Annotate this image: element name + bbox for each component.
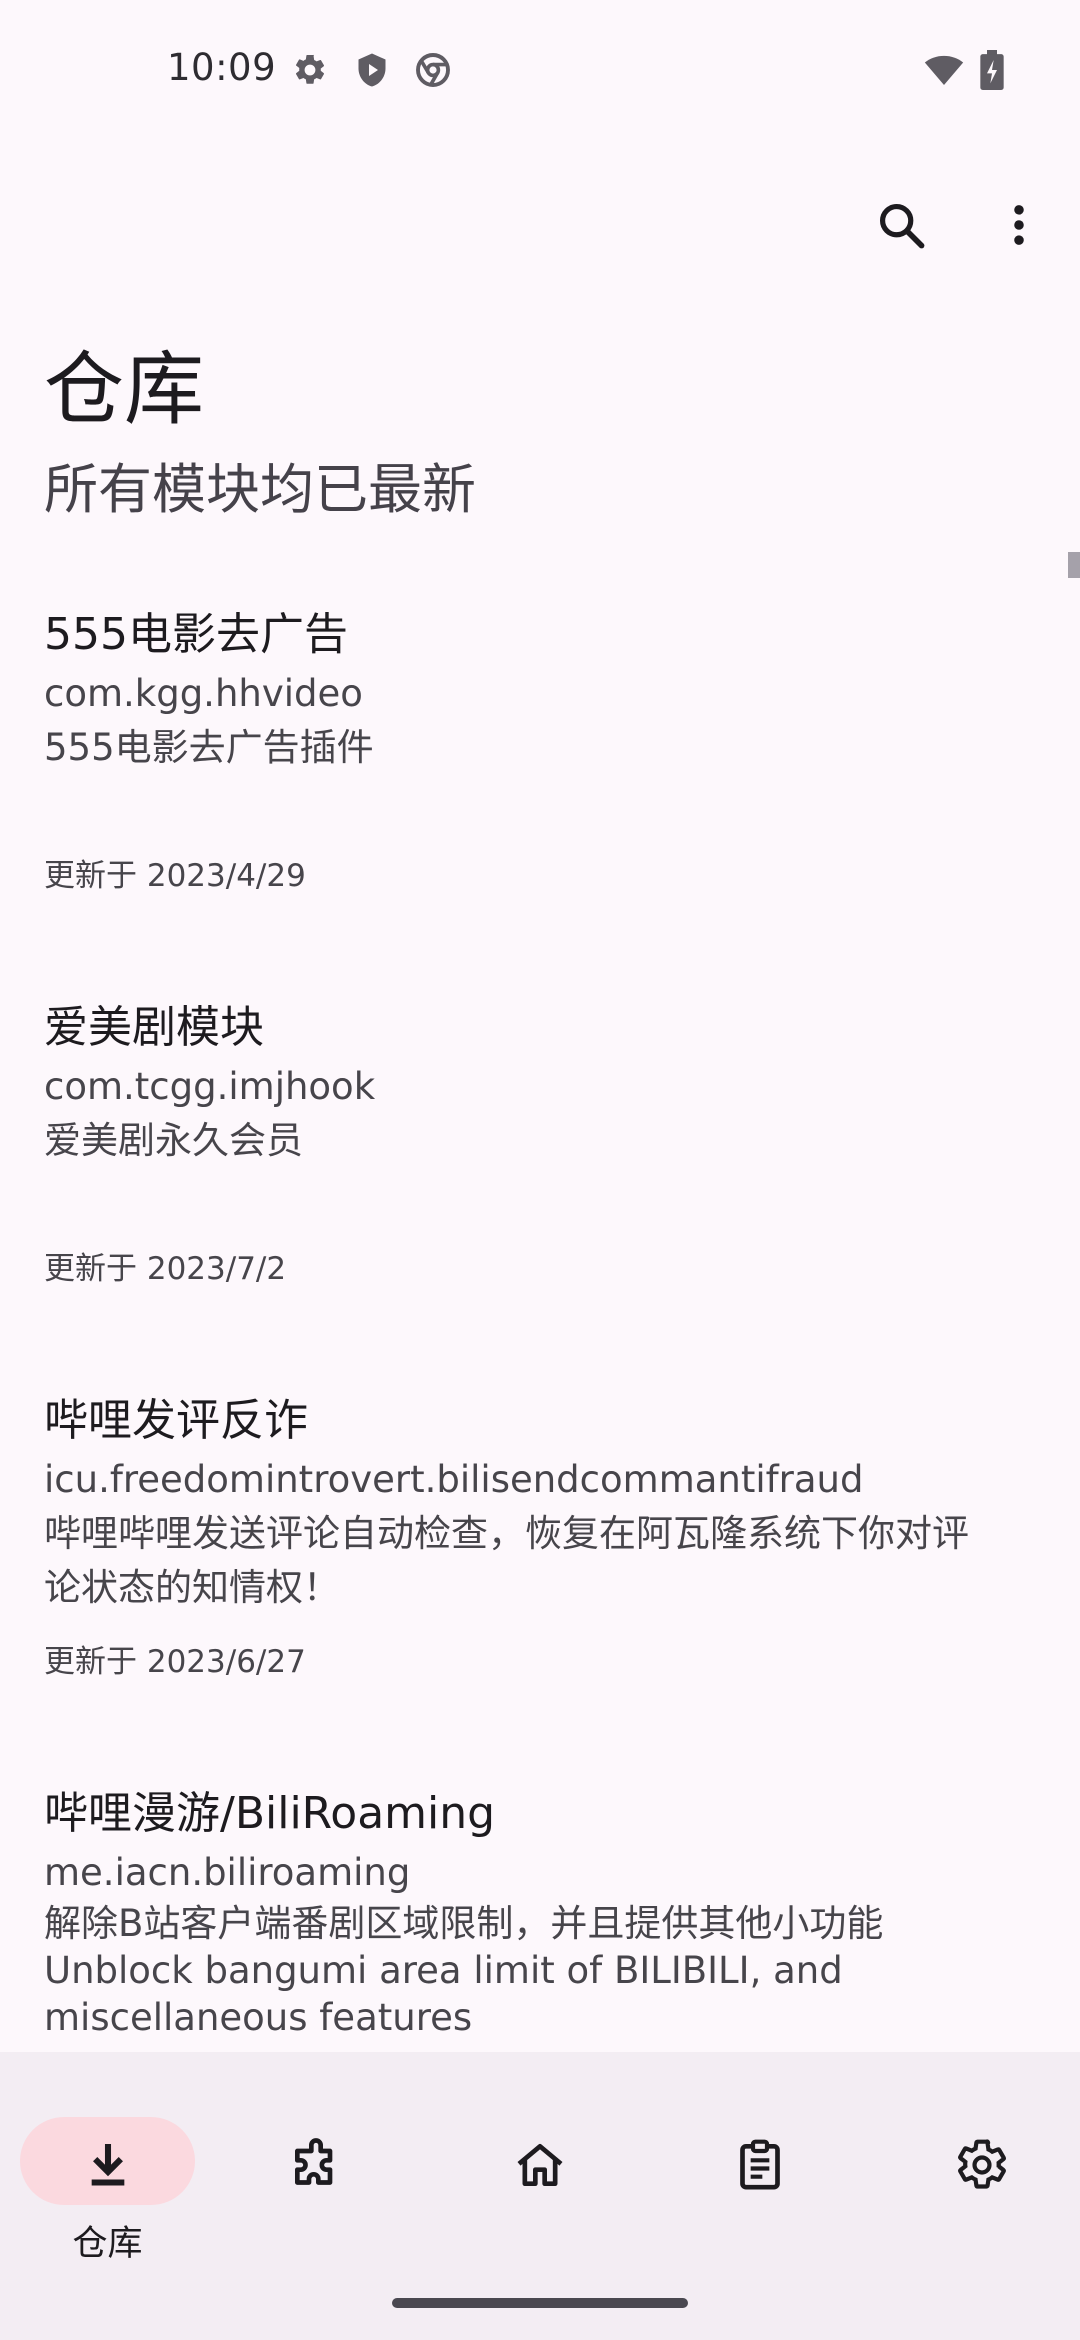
gear-icon — [292, 52, 328, 88]
nav-item-modules[interactable] — [238, 2082, 418, 2252]
module-item[interactable]: 哔哩漫游/BiliRoaming me.iacn.biliroaming 解除B… — [0, 1769, 1080, 2052]
screen: 10:09 仓库 所有模块均已最新 555电影去广告 com.kgg.hhvid… — [0, 0, 1080, 2340]
module-package: com.tcgg.imjhook — [44, 1065, 376, 1108]
module-item[interactable]: 555电影去广告 com.kgg.hhvideo 555电影去广告插件 更新于 … — [0, 590, 1080, 983]
page-subtitle: 所有模块均已最新 — [44, 458, 476, 521]
puzzle-icon — [288, 2137, 344, 2193]
more-vert-icon — [993, 199, 1045, 251]
download-icon — [80, 2137, 136, 2193]
wifi-icon — [924, 50, 964, 90]
module-package: icu.freedomintrovert.bilisendcommantifra… — [44, 1458, 864, 1501]
module-title: 555电影去广告 — [44, 609, 348, 660]
module-title: 爱美剧模块 — [44, 1002, 264, 1053]
module-title: 哔哩发评反诈 — [44, 1395, 308, 1446]
gesture-home-indicator[interactable] — [392, 2298, 688, 2308]
module-item[interactable]: 哔哩发评反诈 icu.freedomintrovert.bilisendcomm… — [0, 1376, 1080, 1769]
module-description: 555电影去广告插件 — [44, 726, 374, 769]
module-description-line: 解除B站客户端番剧区域限制，并且提供其他小功能 — [44, 1902, 884, 1945]
module-package: me.iacn.biliroaming — [44, 1851, 411, 1894]
nav-item-home[interactable] — [462, 2082, 642, 2252]
more-options-button[interactable] — [984, 190, 1054, 260]
module-description-line: Unblock bangumi area limit of BILIBILI, … — [44, 1949, 843, 1992]
shield-play-icon — [354, 52, 390, 88]
nav-item-logs[interactable] — [682, 2082, 862, 2252]
nav-item-settings[interactable] — [904, 2082, 1080, 2252]
module-description: 哔哩哔哩发送评论自动检查，恢复在阿瓦隆系统下你对评论状态的知情权！ — [44, 1512, 969, 1609]
home-icon — [512, 2137, 568, 2193]
scrollbar-thumb[interactable] — [1068, 552, 1080, 578]
status-time: 10:09 — [167, 46, 277, 89]
module-updated-date: 更新于 2023/4/29 — [44, 858, 306, 894]
nav-item-repository[interactable]: 仓库 — [20, 2082, 200, 2264]
bottom-navigation: 仓库 — [0, 2052, 1080, 2340]
module-description: 解除B站客户端番剧区域限制，并且提供其他小功能 Unblock bangumi … — [44, 1900, 1004, 2041]
settings-icon — [954, 2137, 1010, 2193]
module-updated-date: 更新于 2023/6/27 — [44, 1644, 306, 1680]
clipboard-icon — [732, 2137, 788, 2193]
module-item[interactable]: 爱美剧模块 com.tcgg.imjhook 爱美剧永久会员 更新于 2023/… — [0, 983, 1080, 1376]
chrome-icon — [415, 52, 451, 88]
search-icon — [875, 199, 927, 251]
module-package: com.kgg.hhvideo — [44, 672, 363, 715]
status-bar: 10:09 — [0, 0, 1080, 140]
page-title: 仓库 — [44, 343, 204, 436]
module-list: 555电影去广告 com.kgg.hhvideo 555电影去广告插件 更新于 … — [0, 590, 1080, 2052]
module-description-line: miscellaneous features — [44, 1996, 473, 2039]
module-description: 爱美剧永久会员 — [44, 1119, 303, 1162]
battery-charging-icon — [978, 50, 1006, 90]
search-button[interactable] — [866, 190, 936, 260]
module-updated-date: 更新于 2023/7/2 — [44, 1251, 287, 1287]
module-title: 哔哩漫游/BiliRoaming — [44, 1788, 496, 1839]
nav-label-repository: 仓库 — [72, 2224, 143, 2264]
